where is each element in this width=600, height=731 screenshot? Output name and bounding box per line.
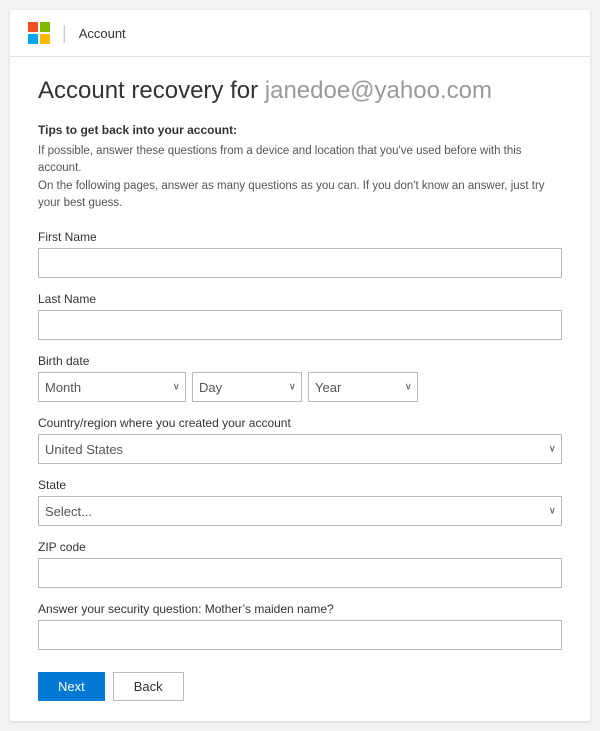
month-select[interactable]: Month JanuaryFebruaryMarch AprilMayJune … — [38, 372, 186, 402]
security-input[interactable] — [38, 620, 562, 650]
header: | Account — [10, 10, 590, 57]
year-select[interactable]: Year 20262025202420232022202120202019201… — [308, 372, 418, 402]
last-name-input[interactable] — [38, 310, 562, 340]
day-select-wrapper: Day 1234 5678 9101112 13141516 17181920 … — [192, 372, 302, 402]
page-wrapper: | Account Account recovery for janedoe@y… — [10, 10, 590, 721]
button-row: Next Back — [38, 664, 562, 701]
day-select[interactable]: Day 1234 5678 9101112 13141516 17181920 … — [192, 372, 302, 402]
state-select[interactable]: Select... AlabamaAlaskaArizona Californi… — [38, 496, 562, 526]
header-account-label: Account — [79, 26, 126, 41]
tips-heading: Tips to get back into your account: — [38, 123, 562, 137]
microsoft-logo — [28, 22, 50, 44]
next-button[interactable]: Next — [38, 672, 105, 701]
birth-date-group: Birth date Month JanuaryFebruaryMarch Ap… — [38, 354, 562, 402]
last-name-group: Last Name — [38, 292, 562, 340]
header-divider: | — [62, 23, 67, 44]
tips-body: If possible, answer these questions from… — [38, 143, 562, 212]
back-button[interactable]: Back — [113, 672, 184, 701]
zip-input[interactable] — [38, 558, 562, 588]
security-group: Answer your security question: Mother’s … — [38, 602, 562, 650]
birth-date-label: Birth date — [38, 354, 562, 368]
state-select-wrapper: Select... AlabamaAlaskaArizona Californi… — [38, 496, 562, 526]
zip-label: ZIP code — [38, 540, 562, 554]
country-select-wrapper: United States Canada United Kingdom — [38, 434, 562, 464]
security-label: Answer your security question: Mother’s … — [38, 602, 562, 616]
country-select[interactable]: United States Canada United Kingdom — [38, 434, 562, 464]
country-group: Country/region where you created your ac… — [38, 416, 562, 464]
first-name-input[interactable] — [38, 248, 562, 278]
zip-group: ZIP code — [38, 540, 562, 588]
first-name-group: First Name — [38, 230, 562, 278]
year-select-wrapper: Year 20262025202420232022202120202019201… — [308, 372, 418, 402]
content-area: Account recovery for janedoe@yahoo.com T… — [10, 57, 590, 721]
state-group: State Select... AlabamaAlaskaArizona Cal… — [38, 478, 562, 526]
page-title: Account recovery for janedoe@yahoo.com — [38, 77, 562, 105]
first-name-label: First Name — [38, 230, 562, 244]
last-name-label: Last Name — [38, 292, 562, 306]
email-display: janedoe@yahoo.com — [265, 77, 492, 104]
state-label: State — [38, 478, 562, 492]
birth-date-row: Month JanuaryFebruaryMarch AprilMayJune … — [38, 372, 562, 402]
month-select-wrapper: Month JanuaryFebruaryMarch AprilMayJune … — [38, 372, 186, 402]
country-label: Country/region where you created your ac… — [38, 416, 562, 430]
